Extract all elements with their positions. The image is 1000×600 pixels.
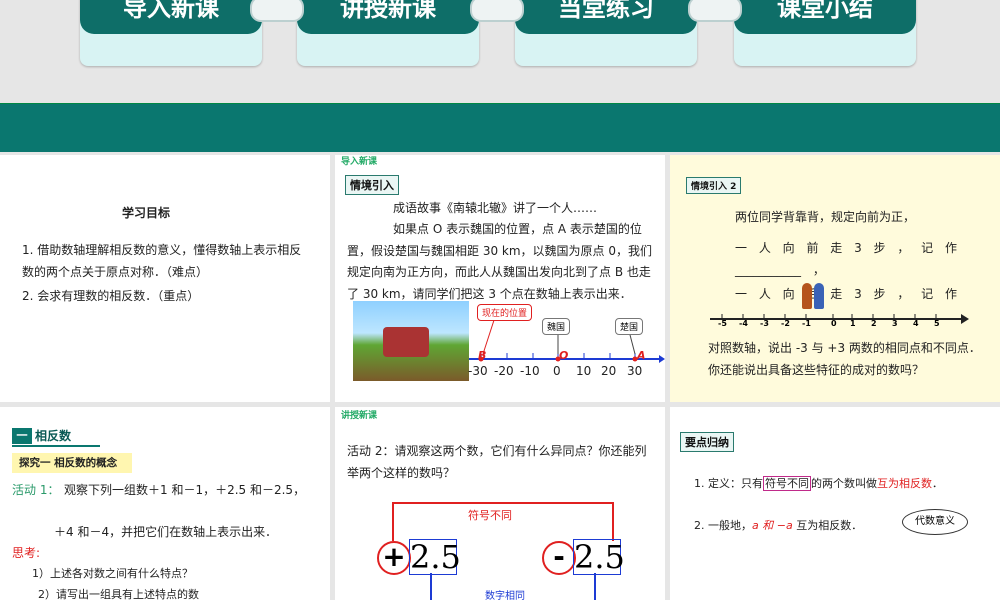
tick-label: -1 <box>802 319 811 328</box>
forward-question: 一 人 向 前 走 3 步 ， 记 作 ___________ ， <box>735 241 957 277</box>
tab-label: 当堂练习 <box>515 0 697 34</box>
tick-label: -3 <box>760 319 769 328</box>
tick-label: 0 <box>831 319 837 328</box>
tab-label: 导入新课 <box>80 0 262 34</box>
activity-question: 活动 2：请观察这两个数，它们有什么异同点？你还能列举两个这样的数吗？ <box>347 444 647 480</box>
section-title: 相反数 <box>35 429 72 443</box>
tick-label: 5 <box>934 319 940 328</box>
definition-line: 1. 定义：只有 符号不同 的两个数叫做互为相反数． <box>694 473 943 495</box>
tab-connector <box>470 0 524 22</box>
story-intro: 成语故事《南辕北辙》讲了一个人…… <box>393 201 598 215</box>
tick-label: -20 <box>494 364 514 378</box>
question-1: 1）上述各对数之间有什么特点？ <box>32 567 193 580</box>
tab-lecture-new-lesson[interactable]: 讲授新课 <box>297 0 479 66</box>
definition-term: 互为相反数 <box>877 477 932 490</box>
tab-connector <box>688 0 742 22</box>
tick-label: -5 <box>718 319 727 328</box>
callout-chu: 楚国 <box>615 318 644 335</box>
activity-text: 观察下列一组数＋1 和－1，＋2.5 和－2.5， <box>64 483 306 497</box>
definition-end: ． <box>932 477 943 490</box>
slide-key-points[interactable]: 要点归纳 1. 定义：只有 符号不同 的两个数叫做互为相反数． 2. 一般地，a 和… <box>670 407 1000 600</box>
tab-import-new-lesson[interactable]: 导入新课 <box>80 0 262 66</box>
question-2: 2）请写出一组具有上述特点的数 <box>38 588 199 600</box>
callout-wei: 魏国 <box>542 318 571 335</box>
tab-lesson-summary[interactable]: 课堂小结 <box>734 0 916 66</box>
activity-label: 活动 1： <box>12 483 60 497</box>
slide-activity-2[interactable]: 讲授新课 活动 2：请观察这两个数，它们有什么异同点？你还能列举两个这样的数吗？… <box>335 407 665 600</box>
same-digits-label: 数字相同 <box>485 591 525 600</box>
section-label: 导入新课 <box>341 157 378 167</box>
title-banner <box>0 103 1000 152</box>
explore-heading: 探究一 相反数的概念 <box>19 457 118 469</box>
tab-label: 课堂小结 <box>734 0 916 34</box>
slide-opposite-numbers[interactable]: 一 相反数 探究一 相反数的概念 活动 1： 观察下列一组数＋1 和－1，＋2.… <box>0 407 330 600</box>
definition-highlight: 符号不同 <box>763 476 811 491</box>
slide-situation-intro[interactable]: 导入新课 情境引入 成语故事《南辕北辙》讲了一个人…… 如果点 O 表示魏国的位… <box>335 155 665 402</box>
minus-sign: - <box>542 541 576 575</box>
student-figure <box>802 283 812 309</box>
tick-label: -30 <box>468 364 488 378</box>
sign-difference-label: 符号不同 <box>468 509 512 522</box>
slide-learning-goals[interactable]: 学习目标 1. 借助数轴理解相反数的意义，懂得数轴上表示相反数的两个点关于原点对… <box>0 155 330 402</box>
story-image <box>353 301 469 381</box>
think-label: 思考: <box>12 546 41 560</box>
general-terms: a 和 −a <box>752 519 793 532</box>
section-label: 讲授新课 <box>341 411 378 421</box>
tick-label: -4 <box>739 319 748 328</box>
section-number: 一 <box>12 428 32 444</box>
backward-question: 一 人 向 后 走 3 步 ， 记 作 <box>735 287 957 301</box>
activity-text-2: ＋4 和－4，并把它们在数轴上表示出来． <box>54 525 278 539</box>
general-line: 2. 一般地，a 和 −a 互为相反数． <box>694 515 862 537</box>
tick-label: 10 <box>576 364 592 378</box>
chariot-shape <box>383 327 429 357</box>
comparison-question: 对照数轴，说出 -3 与 +3 两数的相同点和不同点．你还能说出具备这些特征的成… <box>708 341 981 377</box>
number-left: 2.5 <box>409 538 461 576</box>
tick-label: 20 <box>601 364 617 378</box>
intro-text: 两位同学背靠背，规定向前为正， <box>735 210 916 224</box>
student-figure <box>814 283 824 309</box>
plus-sign: + <box>377 541 411 575</box>
tick-label: 30 <box>627 364 643 378</box>
situation-tag: 情境引入 2 <box>686 177 742 194</box>
general-end: 互为相反数． <box>792 519 863 532</box>
number-right: 2.5 <box>573 538 625 576</box>
tab-label: 讲授新课 <box>297 0 479 34</box>
tick-label: 2 <box>871 319 877 328</box>
key-points-tag: 要点归纳 <box>680 432 734 452</box>
goal-item: 1. 借助数轴理解相反数的意义，懂得数轴上表示相反数的两个点关于原点对称．（难点… <box>22 243 302 279</box>
story-problem: 如果点 O 表示魏国的位置，点 A 表示楚国的位置，假设楚国与魏国相距 30 k… <box>347 222 652 301</box>
tick-label: -10 <box>520 364 540 378</box>
tick-label: 1 <box>850 319 856 328</box>
tab-classroom-practice[interactable]: 当堂练习 <box>515 0 697 66</box>
tab-connector <box>250 0 304 22</box>
general-prefix: 2. 一般地， <box>694 519 752 532</box>
situation-tag: 情境引入 <box>345 175 399 195</box>
definition-prefix: 1. 定义：只有 <box>694 477 763 490</box>
algebraic-meaning-bubble: 代数意义 <box>902 509 968 535</box>
title-underline <box>12 445 100 447</box>
callout-current-position: 现在的位置 <box>477 304 533 321</box>
page-title: 学习目标 <box>122 206 171 220</box>
tick-label: -2 <box>781 319 790 328</box>
slide-situation-intro-2[interactable]: 情境引入 2 两位同学背靠背，规定向前为正， 一 人 向 前 走 3 步 ， 记… <box>670 155 1000 402</box>
tick-label: 4 <box>913 319 919 328</box>
goal-item: 2. 会求有理数的相反数．（重点） <box>22 289 200 303</box>
definition-mid: 的两个数叫做 <box>811 477 877 490</box>
tick-label: 0 <box>553 364 561 378</box>
tick-label: 3 <box>892 319 898 328</box>
